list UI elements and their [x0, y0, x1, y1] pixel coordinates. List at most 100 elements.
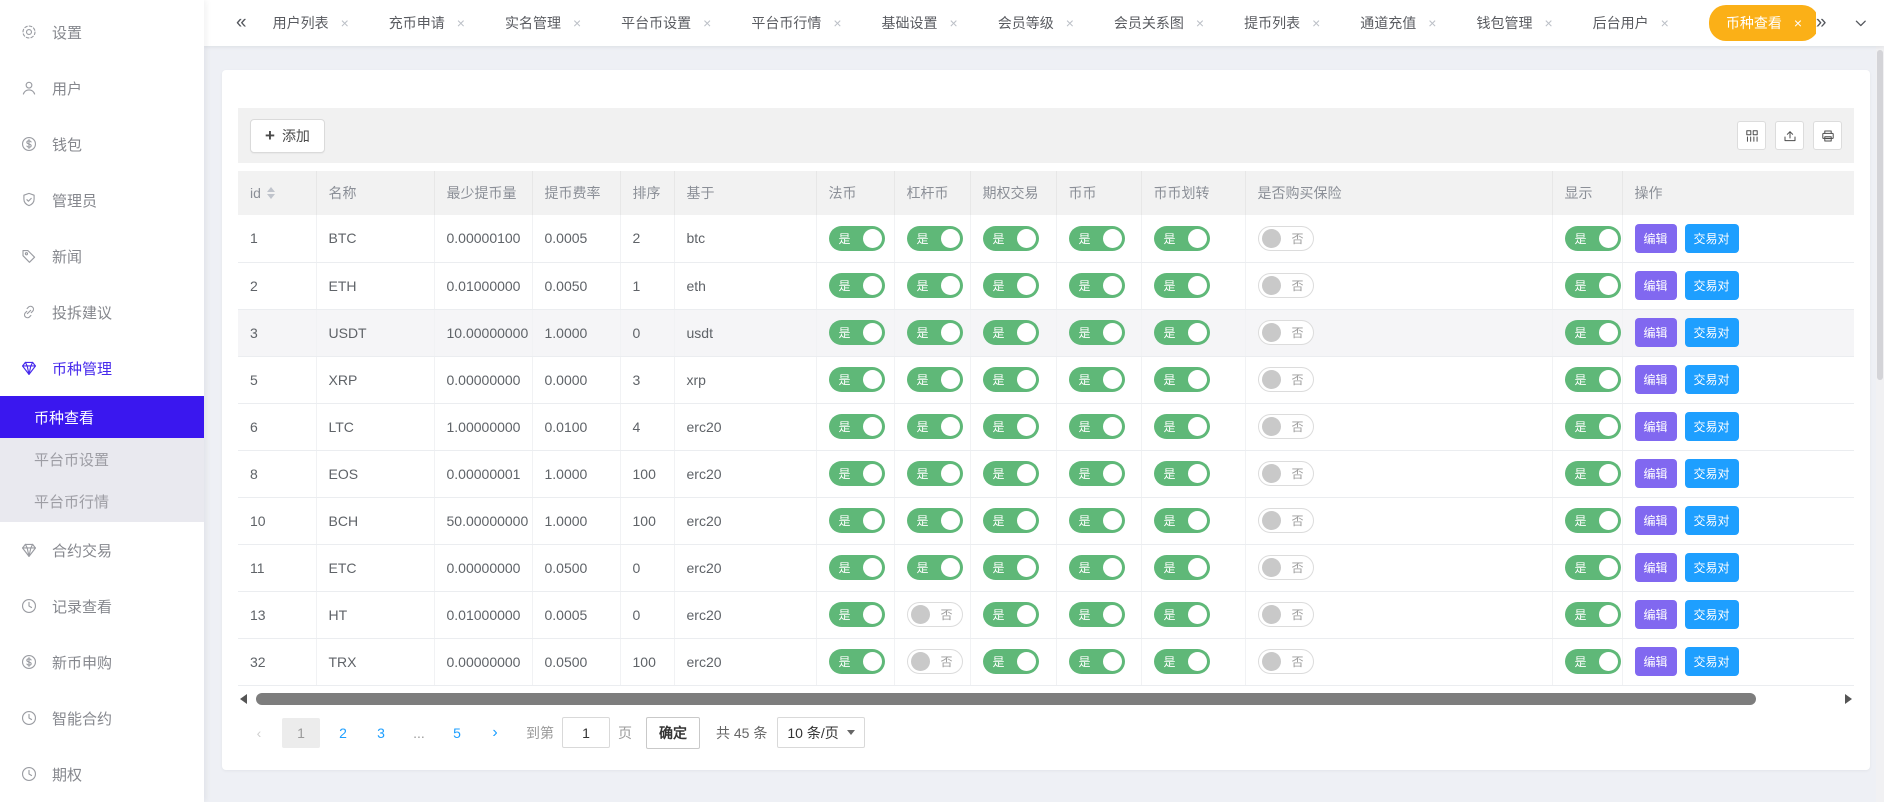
- tab-close-icon[interactable]: ×: [950, 15, 958, 31]
- horizontal-scrollbar-thumb[interactable]: [256, 693, 1756, 705]
- toggle-fiat[interactable]: 是: [829, 602, 885, 627]
- toggle-fiat[interactable]: 是: [829, 461, 885, 486]
- edit-button[interactable]: 编辑: [1635, 506, 1677, 535]
- toggle-transfer[interactable]: 是: [1154, 367, 1210, 392]
- edit-button[interactable]: 编辑: [1635, 224, 1677, 253]
- toggle-option[interactable]: 是: [983, 226, 1039, 251]
- edit-button[interactable]: 编辑: [1635, 553, 1677, 582]
- toggle-spot[interactable]: 是: [1069, 461, 1125, 486]
- sidebar-item[interactable]: 新闻: [0, 228, 204, 284]
- tab[interactable]: 基础设置×: [882, 13, 958, 33]
- toggle-insurance[interactable]: 否: [1258, 461, 1314, 486]
- edit-button[interactable]: 编辑: [1635, 318, 1677, 347]
- sidebar-item[interactable]: 设置: [0, 4, 204, 60]
- tabs-scroll-right-icon[interactable]: »: [1816, 12, 1827, 34]
- toggle-spot[interactable]: 是: [1069, 320, 1125, 345]
- toggle-lever[interactable]: 是: [907, 461, 963, 486]
- tabs-scroll-left-icon[interactable]: «: [236, 12, 247, 34]
- tab-close-icon[interactable]: ×: [573, 15, 581, 31]
- tab[interactable]: 会员关系图×: [1114, 13, 1204, 33]
- toggle-show[interactable]: 是: [1565, 226, 1621, 251]
- toggle-insurance[interactable]: 否: [1258, 555, 1314, 580]
- column-header-id[interactable]: id: [238, 171, 316, 215]
- tab[interactable]: 平台币行情×: [751, 13, 841, 33]
- add-button[interactable]: + 添加: [250, 119, 325, 153]
- toggle-fiat[interactable]: 是: [829, 555, 885, 580]
- sidebar-item[interactable]: 投拆建议: [0, 284, 204, 340]
- print-button[interactable]: [1813, 121, 1842, 150]
- sidebar-item[interactable]: 智能合约: [0, 690, 204, 746]
- toggle-spot[interactable]: 是: [1069, 508, 1125, 533]
- toggle-transfer[interactable]: 是: [1154, 273, 1210, 298]
- tab-close-icon[interactable]: ×: [1544, 15, 1552, 31]
- tab[interactable]: 币种查看×: [1709, 5, 1816, 41]
- toggle-spot[interactable]: 是: [1069, 414, 1125, 439]
- toggle-transfer[interactable]: 是: [1154, 649, 1210, 674]
- toggle-show[interactable]: 是: [1565, 461, 1621, 486]
- sidebar-item[interactable]: 币种管理: [0, 340, 204, 396]
- pairs-button[interactable]: 交易对: [1685, 553, 1739, 582]
- sidebar-subitem[interactable]: 平台币行情: [0, 480, 204, 522]
- tabs-menu-chevron-down-icon[interactable]: [1852, 14, 1870, 32]
- toggle-lever[interactable]: 是: [907, 273, 963, 298]
- sidebar-item[interactable]: 记录查看: [0, 578, 204, 634]
- pairs-button[interactable]: 交易对: [1685, 412, 1739, 441]
- toggle-option[interactable]: 是: [983, 414, 1039, 439]
- sidebar-subitem[interactable]: 币种查看: [0, 396, 204, 438]
- pairs-button[interactable]: 交易对: [1685, 647, 1739, 676]
- toggle-transfer[interactable]: 是: [1154, 414, 1210, 439]
- toggle-lever[interactable]: 是: [907, 226, 963, 251]
- edit-button[interactable]: 编辑: [1635, 412, 1677, 441]
- page-input[interactable]: [562, 717, 610, 748]
- toggle-fiat[interactable]: 是: [829, 414, 885, 439]
- sidebar-item[interactable]: 合约交易: [0, 522, 204, 578]
- confirm-page-button[interactable]: 确定: [646, 717, 700, 749]
- toggle-show[interactable]: 是: [1565, 602, 1621, 627]
- tab[interactable]: 用户列表×: [273, 13, 349, 33]
- toggle-spot[interactable]: 是: [1069, 602, 1125, 627]
- toggle-insurance[interactable]: 否: [1258, 414, 1314, 439]
- scroll-right-arrow-icon[interactable]: [1845, 694, 1852, 704]
- edit-button[interactable]: 编辑: [1635, 271, 1677, 300]
- toggle-lever[interactable]: 是: [907, 508, 963, 533]
- toggle-option[interactable]: 是: [983, 649, 1039, 674]
- toggle-option[interactable]: 是: [983, 461, 1039, 486]
- pairs-button[interactable]: 交易对: [1685, 506, 1739, 535]
- toggle-spot[interactable]: 是: [1069, 273, 1125, 298]
- tab[interactable]: 会员等级×: [998, 13, 1074, 33]
- tab[interactable]: 通道充值×: [1360, 13, 1436, 33]
- toggle-insurance[interactable]: 否: [1258, 367, 1314, 392]
- toggle-insurance[interactable]: 否: [1258, 226, 1314, 251]
- columns-button[interactable]: [1737, 121, 1766, 150]
- toggle-show[interactable]: 是: [1565, 320, 1621, 345]
- scroll-left-arrow-icon[interactable]: [240, 694, 247, 704]
- page-number[interactable]: 3: [366, 718, 396, 748]
- toggle-spot[interactable]: 是: [1069, 226, 1125, 251]
- tab[interactable]: 后台用户×: [1593, 13, 1669, 33]
- sidebar-item[interactable]: 期权: [0, 746, 204, 802]
- toggle-option[interactable]: 是: [983, 320, 1039, 345]
- tab[interactable]: 提币列表×: [1244, 13, 1320, 33]
- tab-close-icon[interactable]: ×: [703, 15, 711, 31]
- toggle-lever[interactable]: 否: [907, 602, 963, 627]
- tab-close-icon[interactable]: ×: [1312, 15, 1320, 31]
- toggle-show[interactable]: 是: [1565, 555, 1621, 580]
- edit-button[interactable]: 编辑: [1635, 647, 1677, 676]
- tab-close-icon[interactable]: ×: [1428, 15, 1436, 31]
- tab[interactable]: 实名管理×: [505, 13, 581, 33]
- pairs-button[interactable]: 交易对: [1685, 224, 1739, 253]
- toggle-lever[interactable]: 是: [907, 367, 963, 392]
- toggle-lever[interactable]: 是: [907, 414, 963, 439]
- toggle-option[interactable]: 是: [983, 367, 1039, 392]
- horizontal-scrollbar[interactable]: [238, 693, 1854, 705]
- tab[interactable]: 平台币设置×: [621, 13, 711, 33]
- toggle-transfer[interactable]: 是: [1154, 602, 1210, 627]
- pairs-button[interactable]: 交易对: [1685, 365, 1739, 394]
- toggle-option[interactable]: 是: [983, 508, 1039, 533]
- toggle-option[interactable]: 是: [983, 602, 1039, 627]
- tab-close-icon[interactable]: ×: [1196, 15, 1204, 31]
- edit-button[interactable]: 编辑: [1635, 365, 1677, 394]
- pairs-button[interactable]: 交易对: [1685, 459, 1739, 488]
- toggle-lever[interactable]: 是: [907, 555, 963, 580]
- sidebar-item[interactable]: 用户: [0, 60, 204, 116]
